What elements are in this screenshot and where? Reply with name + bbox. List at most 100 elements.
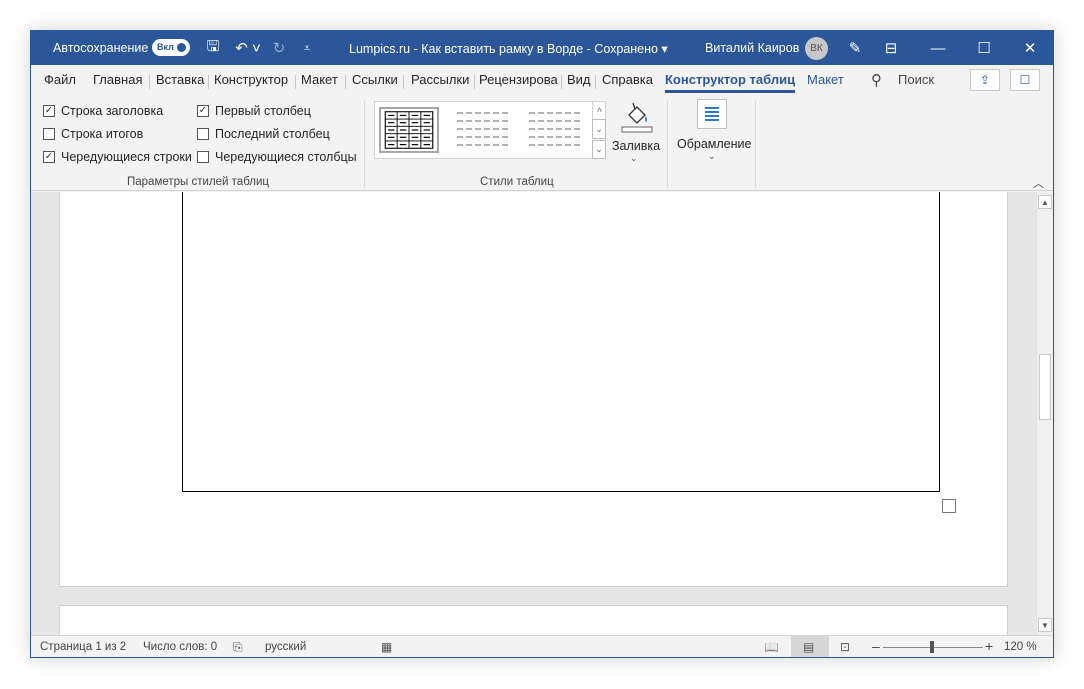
- tab-separator: [295, 75, 296, 89]
- ribbon-display-options-icon[interactable]: ⊟: [881, 31, 901, 65]
- zoom-out-button[interactable]: –: [872, 638, 880, 654]
- checkbox-box: [197, 151, 209, 163]
- banded-columns-checkbox[interactable]: Чередующиеся столбцы: [197, 150, 357, 164]
- tab-table-layout[interactable]: Макет: [807, 72, 844, 87]
- page: [59, 192, 1008, 587]
- checkbox-box: ✓: [197, 105, 209, 117]
- ribbon-tabs: Файл Главная Вставка Конструктор Макет С…: [31, 65, 1053, 95]
- undo-icon[interactable]: ↶ ˅: [232, 31, 264, 65]
- minimize-button[interactable]: —: [915, 31, 961, 65]
- macro-icon[interactable]: ▦: [381, 640, 392, 654]
- web-layout-icon[interactable]: ⊡: [840, 640, 850, 654]
- table-styles-group-label: Стили таблиц: [480, 176, 554, 188]
- save-icon[interactable]: 🖫: [203, 31, 223, 65]
- tab-design[interactable]: Конструктор: [214, 72, 288, 87]
- maximize-button[interactable]: ☐: [961, 31, 1007, 65]
- checkbox-label: Чередующиеся строки: [61, 150, 192, 164]
- first-column-checkbox[interactable]: ✓ Первый столбец: [197, 104, 311, 118]
- document-area: [31, 192, 1039, 635]
- group-separator: [755, 101, 756, 187]
- tab-layout[interactable]: Макет: [301, 72, 338, 87]
- tab-mailings[interactable]: Рассылки: [411, 72, 469, 87]
- checkbox-label: Строка заголовка: [61, 104, 164, 118]
- last-column-checkbox[interactable]: Последний столбец: [197, 127, 330, 141]
- scroll-up-arrow[interactable]: ▲: [1038, 195, 1052, 209]
- search-icon[interactable]: ⚲: [871, 71, 882, 89]
- checkbox-label: Строка итогов: [61, 127, 144, 141]
- page-count[interactable]: Страница 1 из 2: [40, 641, 126, 653]
- gallery-scroll-down[interactable]: ⌄: [592, 119, 606, 139]
- borders-icon[interactable]: [697, 99, 727, 129]
- checkbox-box: [197, 128, 209, 140]
- redo-icon[interactable]: ↻: [269, 31, 289, 65]
- checkbox-box: [43, 128, 55, 140]
- tab-references[interactable]: Ссылки: [352, 72, 398, 87]
- total-row-checkbox[interactable]: Строка итогов: [43, 127, 143, 141]
- table-style-plain-2[interactable]: [525, 107, 585, 153]
- customize-toolbar-icon[interactable]: ⩡: [297, 31, 317, 65]
- checkbox-label: Чередующиеся столбцы: [215, 150, 357, 164]
- word-count[interactable]: Число слов: 0: [143, 641, 217, 653]
- word-window: Автосохранение Вкл 🖫 ↶ ˅ ↻ ⩡ Lumpics.ru …: [30, 30, 1054, 658]
- ribbon: ✓ Строка заголовка Строка итогов ✓ Черед…: [31, 95, 1053, 191]
- tab-separator: [561, 75, 562, 89]
- proofing-icon[interactable]: ⎘: [233, 640, 243, 655]
- table-style-plain-1[interactable]: [453, 107, 513, 153]
- gallery-more-button[interactable]: ⌄: [592, 140, 606, 159]
- table-frame[interactable]: [182, 192, 940, 492]
- tab-separator: [208, 75, 209, 89]
- tab-review[interactable]: Рецензирова: [479, 72, 558, 87]
- active-tab-indicator: [665, 90, 795, 93]
- group-separator: [364, 101, 365, 187]
- checkbox-label: Последний столбец: [215, 127, 330, 141]
- tab-help[interactable]: Справка: [602, 72, 653, 87]
- scroll-thumb[interactable]: [1039, 354, 1051, 420]
- zoom-slider-thumb[interactable]: [930, 641, 934, 653]
- document-title[interactable]: Lumpics.ru - Как вставить рамку в Ворде …: [349, 31, 668, 65]
- close-button[interactable]: ✕: [1007, 31, 1053, 65]
- zoom-in-button[interactable]: +: [985, 638, 993, 654]
- tab-home[interactable]: Главная: [93, 72, 142, 87]
- toggle-knob: [177, 43, 186, 52]
- status-bar: Страница 1 из 2 Число слов: 0 ⎘ русский …: [31, 635, 1053, 657]
- checkbox-label: Первый столбец: [215, 104, 311, 118]
- autosave-toggle[interactable]: Вкл: [152, 39, 190, 56]
- table-style-grid[interactable]: [379, 107, 439, 153]
- collapse-ribbon-icon[interactable]: ︿: [1033, 175, 1044, 191]
- zoom-level[interactable]: 120 %: [1004, 641, 1037, 653]
- print-layout-icon: ▤: [803, 640, 815, 654]
- checkbox-box: ✓: [43, 151, 55, 163]
- banded-rows-checkbox[interactable]: ✓ Чередующиеся строки: [43, 150, 192, 164]
- header-row-checkbox[interactable]: ✓ Строка заголовка: [43, 104, 163, 118]
- gallery-scroll-up[interactable]: ˄: [592, 101, 606, 119]
- tab-view[interactable]: Вид: [567, 72, 591, 87]
- tab-table-design[interactable]: Конструктор таблиц: [665, 72, 795, 87]
- tab-separator: [345, 75, 346, 89]
- autosave-state: Вкл: [157, 42, 174, 52]
- vertical-scrollbar[interactable]: ▲ ▼: [1036, 192, 1053, 635]
- share-button[interactable]: ⇪: [970, 69, 1000, 91]
- borders-label[interactable]: Обрамление: [677, 137, 751, 151]
- table-styles-gallery: [374, 101, 606, 159]
- paint-bucket-icon[interactable]: [621, 101, 653, 133]
- search-input[interactable]: Поиск: [898, 72, 934, 87]
- shading-dropdown-icon[interactable]: ⌄: [630, 153, 638, 164]
- scroll-down-arrow[interactable]: ▼: [1038, 618, 1052, 632]
- tab-separator: [149, 75, 150, 89]
- read-mode-icon[interactable]: 📖: [764, 640, 779, 654]
- table-resize-handle[interactable]: [942, 499, 956, 513]
- shading-label[interactable]: Заливка: [612, 139, 660, 153]
- checkbox-box: ✓: [43, 105, 55, 117]
- pen-icon[interactable]: ✎: [845, 31, 865, 65]
- comments-button[interactable]: ☐: [1010, 69, 1040, 91]
- tab-file[interactable]: Файл: [44, 72, 76, 87]
- borders-dropdown-icon[interactable]: ⌄: [708, 151, 716, 162]
- user-name[interactable]: Виталий Каиров: [705, 31, 799, 65]
- group-separator: [667, 101, 668, 187]
- tab-insert[interactable]: Вставка: [156, 72, 204, 87]
- style-options-group-label: Параметры стилей таблиц: [127, 176, 269, 188]
- language[interactable]: русский: [265, 641, 306, 653]
- page: [59, 605, 1008, 635]
- avatar[interactable]: ВК: [805, 37, 828, 60]
- tab-separator: [403, 75, 404, 89]
